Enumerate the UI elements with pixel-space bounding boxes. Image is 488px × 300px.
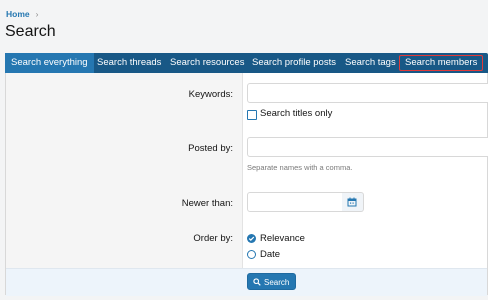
search-button[interactable]: Search	[247, 273, 297, 290]
newer-than-date-input[interactable]	[247, 192, 343, 212]
titles-only-label[interactable]: Search titles only	[260, 108, 332, 119]
date-picker-button[interactable]	[342, 192, 364, 212]
breadcrumb-home-link[interactable]: Home	[6, 9, 30, 19]
breadcrumb: Home ›	[6, 9, 38, 19]
tab-search-everything[interactable]: Search everything	[5, 53, 94, 73]
keywords-label: Keywords:	[188, 89, 233, 100]
titles-only-checkbox[interactable]	[247, 110, 257, 120]
tab-search-resources[interactable]: Search resources	[170, 53, 244, 73]
page-title: Search	[5, 23, 56, 40]
posted-by-hint: Separate names with a comma.	[247, 163, 353, 172]
calendar-icon	[347, 197, 357, 207]
breadcrumb-separator-icon: ›	[35, 9, 39, 19]
search-icon	[253, 278, 261, 286]
tab-search-tags[interactable]: Search tags	[345, 53, 396, 73]
tab-search-members[interactable]: Search members	[399, 55, 484, 71]
keywords-input[interactable]	[247, 83, 488, 103]
search-button-label: Search	[264, 278, 290, 287]
order-relevance-label[interactable]: Relevance	[260, 233, 305, 244]
tab-search-threads[interactable]: Search threads	[97, 53, 161, 73]
order-date-label[interactable]: Date	[260, 249, 280, 260]
posted-by-label: Posted by:	[188, 143, 233, 154]
order-by-label: Order by:	[193, 233, 233, 244]
order-relevance-radio[interactable]	[247, 234, 256, 243]
search-tabs: Search everything Search threads Search …	[5, 53, 488, 73]
form-submit-row: Search	[6, 268, 487, 296]
order-date-radio[interactable]	[247, 250, 256, 259]
check-icon	[248, 236, 255, 241]
posted-by-input[interactable]	[247, 137, 488, 157]
newer-than-label: Newer than:	[181, 198, 233, 209]
tab-search-profile-posts[interactable]: Search profile posts	[252, 53, 336, 73]
search-form: Keywords: Search titles only Posted by: …	[5, 73, 488, 296]
